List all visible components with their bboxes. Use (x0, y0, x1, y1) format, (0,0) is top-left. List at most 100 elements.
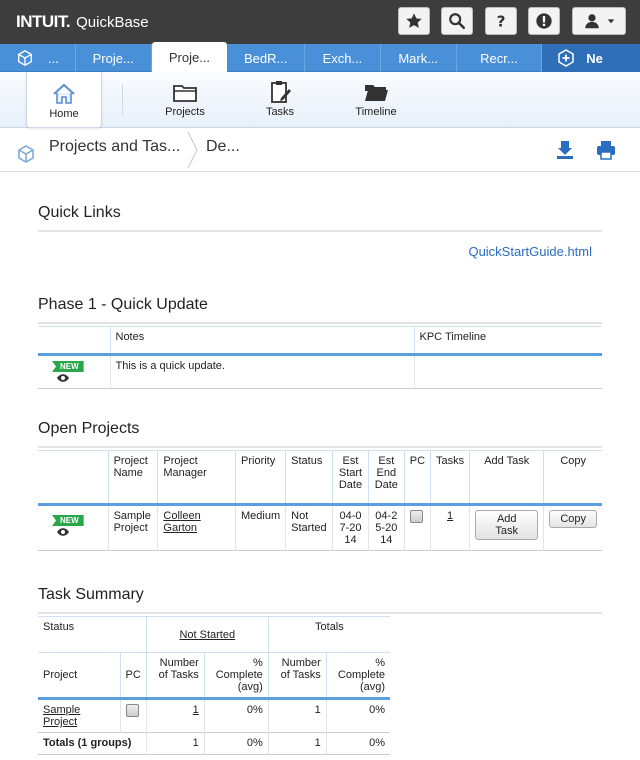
app-cube-icon[interactable] (16, 144, 36, 164)
op-header-status[interactable]: Status (285, 450, 333, 505)
ts-row-project: Sample Project (38, 699, 120, 733)
tab-label: Proje... (92, 50, 134, 66)
ts-header-t-pct[interactable]: % Complete (avg) (325, 652, 390, 699)
breadcrumb-app[interactable]: Projects and Tas... (49, 138, 180, 156)
help-button[interactable]: ? (485, 7, 517, 35)
op-header-manager[interactable]: Project Manager (157, 450, 236, 505)
ts-header-t-num[interactable]: Number of Tasks (267, 652, 327, 699)
ts-header-ns-pct[interactable]: % Complete (avg) (203, 652, 269, 699)
quick-links-title: Quick Links (38, 204, 602, 232)
tab-label: Proje... (168, 49, 211, 65)
add-task-button[interactable]: Add Task (475, 510, 539, 540)
search-button[interactable] (441, 7, 473, 35)
favorites-button[interactable] (398, 7, 430, 35)
ts-row-pc (119, 698, 147, 733)
tab-exch[interactable]: Exch... (305, 44, 381, 72)
row-priority: Medium (235, 504, 286, 551)
phase-title: Phase 1 - Quick Update (38, 296, 208, 313)
row-tasks: 1 (430, 504, 470, 551)
section-nav: Home Projects Tasks Timeline (0, 72, 640, 128)
sample-project-link[interactable]: Sample Project (43, 704, 80, 728)
ts-header-status: Status (43, 621, 75, 633)
ts-totals-label: Totals (1 groups) (43, 737, 132, 749)
row-project-name: Sample Project (107, 504, 158, 551)
ts-header-project[interactable]: Project (38, 653, 120, 699)
tab-bedr[interactable]: BedR... (227, 44, 306, 72)
help-icon: ? (497, 12, 506, 30)
pc-checkbox[interactable] (125, 704, 139, 717)
user-menu-button[interactable] (572, 7, 626, 35)
brand-logo[interactable]: INTUIT. QuickBase (16, 12, 149, 32)
nav-projects-label: Projects (165, 106, 205, 118)
tab-projects-1[interactable]: Proje... (76, 44, 152, 72)
star-icon (406, 13, 422, 28)
alerts-button[interactable] (528, 7, 560, 35)
op-header-add-task[interactable]: Add Task (469, 450, 544, 505)
op-header-name[interactable]: Project Name (107, 450, 158, 505)
row-pc (403, 504, 431, 551)
tab-projects-active[interactable]: Proje... (151, 42, 228, 72)
ts-totals-ns-pct: 0% (203, 732, 269, 755)
row-notes: This is a quick update. (109, 354, 414, 389)
breadcrumb: Projects and Tas... De... (0, 128, 640, 172)
not-started-link[interactable]: Not Started (179, 629, 235, 641)
op-header-priority[interactable]: Priority (235, 450, 286, 505)
row-kpc (413, 354, 602, 389)
ts-row-ns-num: 1 (145, 698, 205, 733)
product-name: QuickBase (76, 14, 149, 31)
tab-label: Recr... (480, 50, 518, 66)
row-status: Not Started (285, 504, 333, 551)
quickstart-guide-link[interactable]: QuickStartGuide.html (38, 244, 592, 259)
phase-title-divider (38, 322, 602, 324)
nav-home-label: Home (49, 108, 79, 120)
app-tab-bar: ... Proje... Proje... BedR... Exch... Ma… (0, 42, 640, 72)
breadcrumb-separator-icon (187, 131, 198, 169)
phase-header-kpc[interactable]: KPC Timeline (413, 326, 602, 355)
tab-apps[interactable]: ... (0, 44, 76, 72)
open-projects-table: Project Name Project Manager Priority St… (38, 450, 602, 551)
pc-checkbox[interactable] (409, 510, 423, 523)
phase-header-notes[interactable]: Notes (109, 326, 414, 355)
tab-recr[interactable]: Recr... (457, 44, 543, 72)
quick-links-section: Quick Links QuickStartGuide.html (38, 204, 602, 259)
row-copy: Copy (543, 504, 602, 551)
op-header-copy[interactable]: Copy (543, 450, 602, 505)
op-header-est-start[interactable]: Est Start Date (332, 450, 369, 505)
row-project-manager: Colleen Garton (157, 504, 236, 551)
row-actions: NEW (38, 355, 110, 389)
nav-projects[interactable]: Projects (145, 78, 225, 118)
op-header-tasks[interactable]: Tasks (430, 450, 470, 505)
ts-header-pc[interactable]: PC (119, 652, 147, 699)
project-manager-link[interactable]: Colleen Garton (163, 510, 200, 534)
tasks-count-link[interactable]: 1 (447, 510, 453, 522)
copy-button[interactable]: Copy (549, 510, 597, 528)
breadcrumb-page[interactable]: De... (206, 138, 240, 156)
op-header-est-end[interactable]: Est End Date (367, 450, 405, 505)
tab-label: Exch... (322, 50, 363, 66)
ts-totals-t-num: 1 (267, 732, 327, 755)
ts-row-t-pct: 0% (325, 698, 390, 733)
tab-new-app[interactable]: Ne (542, 44, 640, 72)
nav-timeline[interactable]: Timeline (336, 78, 416, 118)
clipboard-icon (271, 81, 291, 103)
ts-header-not-started: Not Started (145, 616, 269, 653)
top-bar: INTUIT. QuickBase ? (0, 0, 640, 44)
tab-mark[interactable]: Mark... (381, 44, 457, 72)
print-icon[interactable] (596, 140, 616, 160)
eye-icon[interactable] (56, 373, 70, 383)
ts-totals-row: Totals (1 groups) 1 0% 1 0% (38, 732, 390, 755)
svg-text:?: ? (497, 12, 506, 30)
nav-tasks[interactable]: Tasks (240, 78, 320, 118)
tab-label: ... (48, 50, 59, 66)
nav-home[interactable]: Home (26, 72, 102, 128)
ts-header-ns-num[interactable]: Number of Tasks (145, 652, 205, 699)
ts-header-totals: Totals (267, 616, 390, 653)
download-icon[interactable] (556, 140, 574, 160)
new-badge: NEW (52, 361, 84, 372)
eye-icon[interactable] (56, 527, 70, 537)
task-summary-table: Status Not Started Totals Project PC Num… (38, 616, 390, 755)
home-icon (53, 83, 75, 104)
op-header-pc[interactable]: PC (403, 450, 431, 505)
row-est-end: 04-25-2014 (367, 504, 405, 551)
ns-num-link[interactable]: 1 (193, 704, 199, 716)
